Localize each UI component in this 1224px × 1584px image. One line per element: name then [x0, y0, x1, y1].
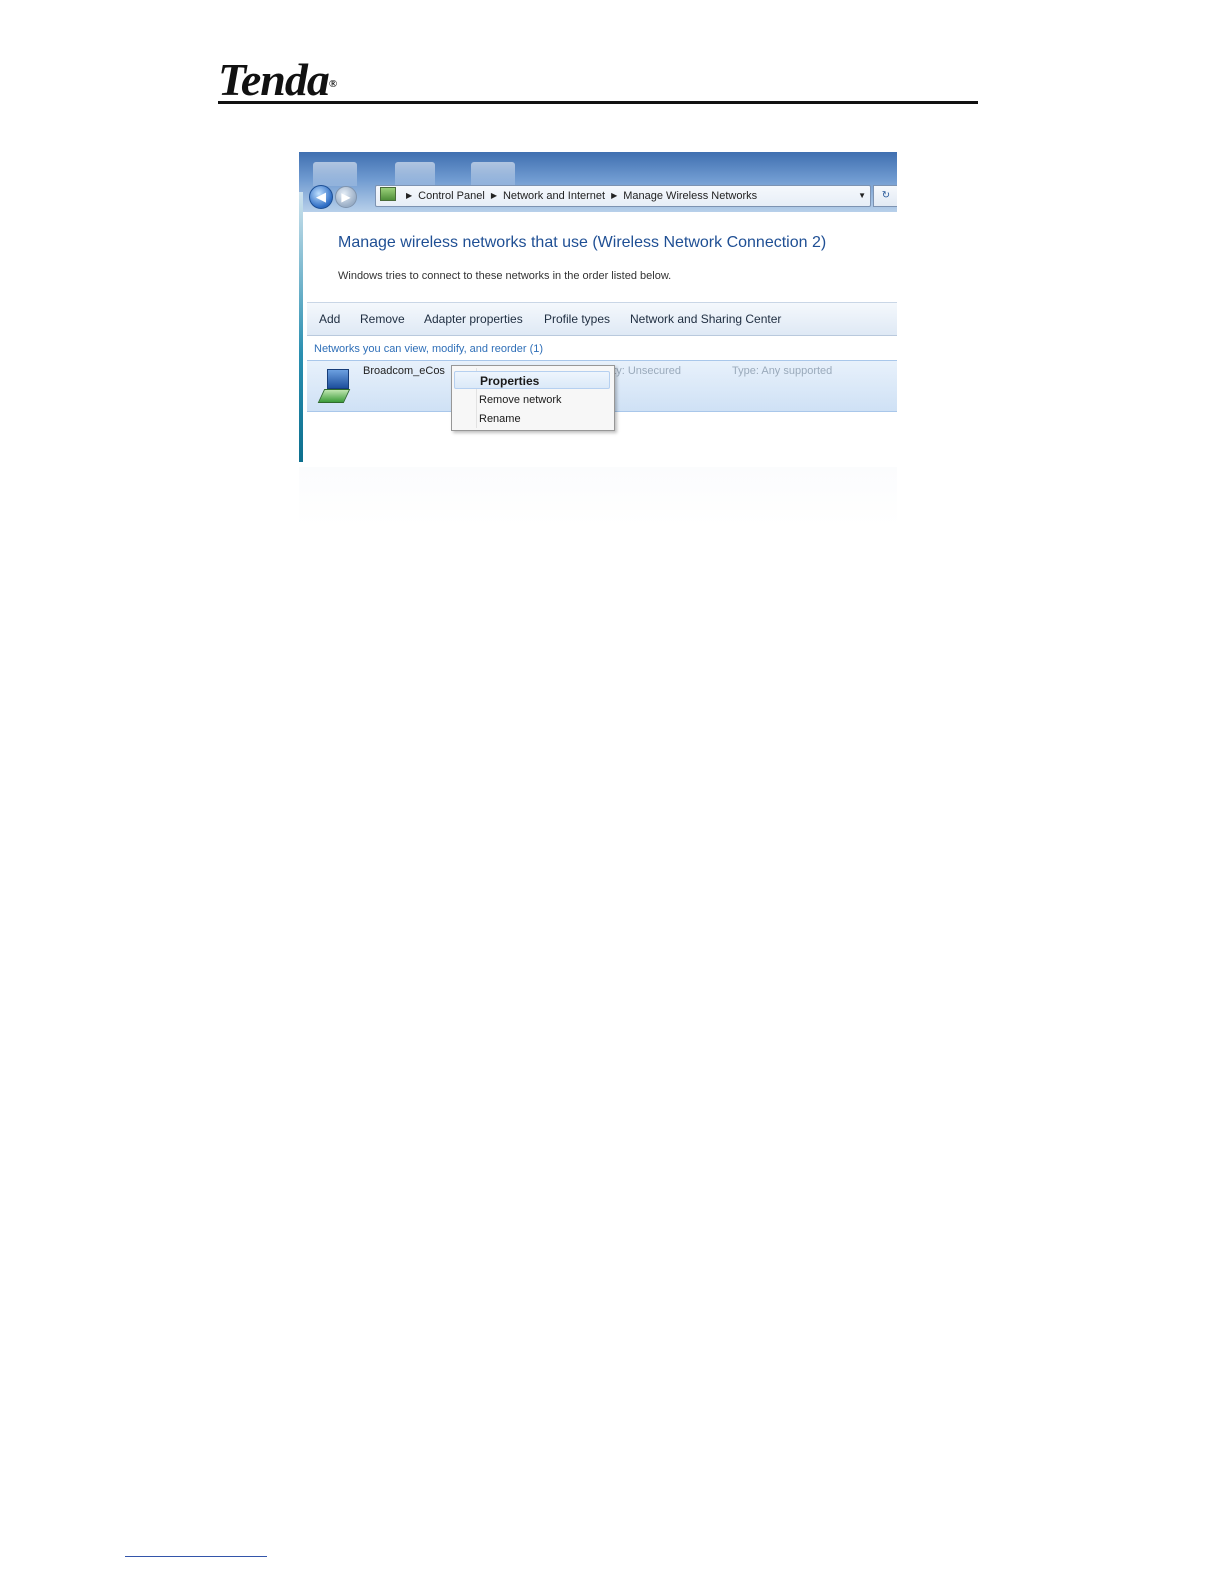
- page-title: Manage wireless networks that use (Wirel…: [338, 234, 827, 251]
- network-name: Broadcom_eCos: [363, 365, 445, 377]
- footer-link-underline: [125, 1556, 267, 1557]
- tenda-logo: Tenda®: [218, 57, 337, 103]
- refresh-icon: ↻: [881, 190, 891, 201]
- forward-button[interactable]: ▶: [335, 186, 357, 208]
- header-divider: [218, 101, 978, 104]
- remove-button[interactable]: Remove: [360, 303, 405, 335]
- page-description: Windows tries to connect to these networ…: [338, 270, 672, 282]
- screenshot-fade: [299, 467, 897, 527]
- address-bar[interactable]: ▶ Control Panel ▶ Network and Internet ▶ Mana…: [375, 185, 871, 207]
- window-titlebar: ◀ ▶ ▶ Control Panel ▶ Network and Internet ▶…: [299, 152, 897, 212]
- taskbar-tab: [395, 162, 435, 186]
- network-context-menu: Properties Remove network Rename: [451, 365, 615, 431]
- registered-mark: ®: [328, 78, 337, 90]
- brand-text: Tenda: [218, 54, 330, 105]
- arrow-right-icon: ▶: [341, 190, 351, 204]
- network-sharing-center-button[interactable]: Network and Sharing Center: [630, 303, 781, 335]
- command-bar: Add Remove Adapter properties Profile ty…: [307, 302, 897, 336]
- breadcrumb-separator-icon: ▶: [406, 191, 413, 200]
- add-button[interactable]: Add: [319, 303, 340, 335]
- back-button[interactable]: ◀: [309, 185, 333, 209]
- breadcrumb-network-internet[interactable]: Network and Internet: [503, 190, 605, 202]
- adapter-properties-button[interactable]: Adapter properties: [424, 303, 523, 335]
- taskbar-tab: [471, 162, 515, 186]
- menu-item-rename[interactable]: Rename: [479, 410, 521, 428]
- network-type: Type: Any supported: [732, 365, 833, 377]
- profile-types-button[interactable]: Profile types: [544, 303, 610, 335]
- arrow-left-icon: ◀: [316, 189, 326, 204]
- menu-item-properties[interactable]: Properties: [454, 371, 610, 389]
- breadcrumb-manage-wireless[interactable]: Manage Wireless Networks: [623, 190, 757, 202]
- taskbar-tab: [313, 162, 357, 186]
- wireless-network-icon: [317, 369, 351, 403]
- network-group-header[interactable]: Networks you can view, modify, and reord…: [314, 343, 543, 355]
- refresh-button[interactable]: ↻: [873, 185, 897, 207]
- chevron-down-icon[interactable]: ▼: [858, 186, 866, 206]
- breadcrumb-separator-icon: ▶: [490, 191, 497, 200]
- window-left-edge: [299, 192, 303, 462]
- control-panel-icon: [380, 187, 396, 201]
- breadcrumb-control-panel[interactable]: Control Panel: [418, 190, 485, 202]
- menu-item-remove-network[interactable]: Remove network: [479, 391, 562, 409]
- breadcrumb-separator-icon: ▶: [611, 191, 618, 200]
